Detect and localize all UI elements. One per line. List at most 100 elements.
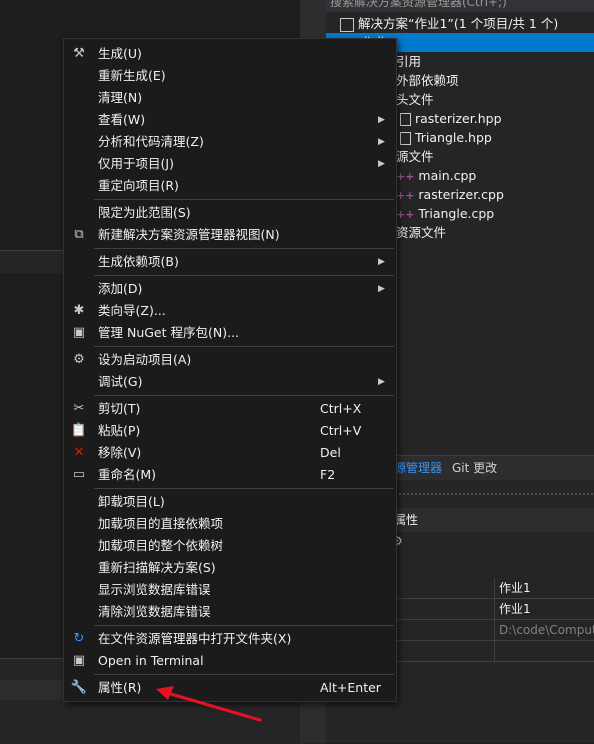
solution-label: 解决方案“作业1”(1 个项目/共 1 个) xyxy=(358,16,559,31)
menu-item-paste[interactable]: 📋 粘贴(P) Ctrl+V xyxy=(64,420,396,442)
menu-item-label: 查看(W) xyxy=(98,112,146,127)
tree-item-label: 资源文件 xyxy=(396,225,447,240)
new-view-icon: ⧉ xyxy=(74,227,84,242)
menu-item-label: 重新生成(E) xyxy=(98,68,166,83)
open-folder-icon: ↻ xyxy=(73,631,85,646)
solution-explorer-search[interactable]: 搜索解决方案资源管理器(Ctrl+;) xyxy=(326,0,594,12)
tree-item-main-cpp[interactable]: ++ main.cpp xyxy=(396,166,476,185)
menu-item-scope-to-this[interactable]: 限定为此范围(S) xyxy=(64,202,396,224)
property-value: 作业1 xyxy=(494,599,594,619)
menu-item-show-browse-errors[interactable]: 显示浏览数据库错误 xyxy=(64,579,396,601)
menu-item-cut[interactable]: ✂ 剪切(T) Ctrl+X xyxy=(64,398,396,420)
tree-item-external-deps[interactable]: 外部依赖项 xyxy=(396,71,459,90)
menu-item-project-only[interactable]: 仅用于项目(J) ▶ xyxy=(64,153,396,175)
menu-item-unload-project[interactable]: 卸载项目(L) xyxy=(64,491,396,513)
rename-icon: ▭ xyxy=(72,467,86,482)
submenu-arrow-icon: ▶ xyxy=(378,115,385,125)
menu-item-label: 新建解决方案资源管理器视图(N) xyxy=(98,227,280,242)
menu-item-load-dep-tree[interactable]: 加载项目的整个依赖树 xyxy=(64,535,396,557)
menu-item-view[interactable]: 查看(W) ▶ xyxy=(64,109,396,131)
menu-item-label: 显示浏览数据库错误 xyxy=(98,582,211,597)
cpp-file-icon: ++ xyxy=(396,189,415,202)
menu-item-shortcut: Del xyxy=(320,445,341,460)
menu-item-label: 生成(U) xyxy=(98,46,142,61)
cut-icon: ✂ xyxy=(73,401,85,416)
menu-item-label: 调试(G) xyxy=(98,374,143,389)
tab-git-changes[interactable]: Git 更改 xyxy=(452,456,497,480)
cpp-file-icon: ++ xyxy=(396,208,415,221)
tree-item-source-files[interactable]: 源文件 xyxy=(396,147,434,166)
menu-item-shortcut: Ctrl+X xyxy=(320,401,362,416)
menu-item-debug[interactable]: 调试(G) ▶ xyxy=(64,371,396,393)
menu-item-label: 分析和代码清理(Z) xyxy=(98,134,204,149)
menu-item-label: 剪切(T) xyxy=(98,401,141,416)
tree-item-rasterizer-hpp[interactable]: rasterizer.hpp xyxy=(400,109,502,128)
tree-item-label: main.cpp xyxy=(418,168,477,183)
submenu-arrow-icon: ▶ xyxy=(378,137,385,147)
menu-item-label: 重定向项目(R) xyxy=(98,178,179,193)
tree-item-label: 源文件 xyxy=(396,149,434,164)
submenu-arrow-icon: ▶ xyxy=(378,377,385,387)
menu-separator xyxy=(94,674,394,675)
menu-item-label: 生成依赖项(B) xyxy=(98,254,179,269)
tree-item-rasterizer-cpp[interactable]: ++ rasterizer.cpp xyxy=(396,185,504,204)
context-menu: ⚒ 生成(U) 重新生成(E) 清理(N) 查看(W) ▶ 分析和代码清理(Z) ▶ … xyxy=(63,38,397,702)
menu-item-label: 清除浏览数据库错误 xyxy=(98,604,211,619)
annotation-arrow xyxy=(156,686,262,722)
property-value xyxy=(494,641,594,661)
menu-item-build[interactable]: ⚒ 生成(U) xyxy=(64,43,396,65)
menu-item-add[interactable]: 添加(D) ▶ xyxy=(64,278,396,300)
menu-item-label: 重命名(M) xyxy=(98,467,157,482)
menu-item-label: 粘贴(P) xyxy=(98,423,141,438)
menu-item-manage-nuget[interactable]: ▣ 管理 NuGet 程序包(N)... xyxy=(64,322,396,344)
menu-item-load-direct-deps[interactable]: 加载项目的直接依赖项 xyxy=(64,513,396,535)
tree-item-label: Triangle.hpp xyxy=(414,130,492,145)
menu-item-label: 重新扫描解决方案(S) xyxy=(98,560,216,575)
menu-item-set-startup[interactable]: ⚙ 设为启动项目(A) xyxy=(64,349,396,371)
menu-item-analyze[interactable]: 分析和代码清理(Z) ▶ xyxy=(64,131,396,153)
menu-item-retarget[interactable]: 重定向项目(R) xyxy=(64,175,396,197)
menu-item-rename[interactable]: ▭ 重命名(M) F2 xyxy=(64,464,396,486)
gear-icon: ⚙ xyxy=(73,352,85,367)
menu-item-label: 加载项目的整个依赖树 xyxy=(98,538,224,553)
menu-item-clean[interactable]: 清理(N) xyxy=(64,87,396,109)
submenu-arrow-icon: ▶ xyxy=(378,159,385,169)
menu-item-shortcut: Ctrl+V xyxy=(320,423,362,438)
menu-item-class-wizard[interactable]: ✱ 类向导(Z)... xyxy=(64,300,396,322)
menu-item-label: 仅用于项目(J) xyxy=(98,156,174,171)
menu-item-build-dependencies[interactable]: 生成依赖项(B) ▶ xyxy=(64,251,396,273)
menu-separator xyxy=(94,488,394,489)
tree-item-label: 引用 xyxy=(396,54,422,69)
tab-solution-explorer[interactable]: 源管理器 xyxy=(394,456,442,480)
tree-item-header-files[interactable]: 头文件 xyxy=(396,90,434,109)
property-value: 作业1 xyxy=(494,578,594,598)
tree-item-resource-files[interactable]: 资源文件 xyxy=(396,223,446,242)
menu-item-clear-browse-errors[interactable]: 清除浏览数据库错误 xyxy=(64,601,396,623)
menu-item-label: 限定为此范围(S) xyxy=(98,205,191,220)
tree-item-label: rasterizer.cpp xyxy=(418,187,504,202)
paste-icon: 📋 xyxy=(70,423,88,438)
menu-item-rescan-solution[interactable]: 重新扫描解决方案(S) xyxy=(64,557,396,579)
menu-item-label: 移除(V) xyxy=(98,445,142,460)
menu-item-rebuild[interactable]: 重新生成(E) xyxy=(64,65,396,87)
tree-item-triangle-cpp[interactable]: ++ Triangle.cpp xyxy=(396,204,494,223)
tree-item-triangle-hpp[interactable]: Triangle.hpp xyxy=(400,128,492,147)
menu-separator xyxy=(94,625,394,626)
solution-icon xyxy=(340,17,354,32)
menu-item-remove[interactable]: ✕ 移除(V) Del xyxy=(64,442,396,464)
menu-item-shortcut: Alt+Enter xyxy=(320,680,381,695)
menu-item-open-in-explorer[interactable]: ↻ 在文件资源管理器中打开文件夹(X) xyxy=(64,628,396,650)
tree-item-label: 外部依赖项 xyxy=(396,73,459,88)
menu-separator xyxy=(94,199,394,200)
menu-item-new-explorer-view[interactable]: ⧉ 新建解决方案资源管理器视图(N) xyxy=(64,224,396,246)
menu-item-label: 卸载项目(L) xyxy=(98,494,165,509)
solution-node[interactable]: 解决方案“作业1”(1 个项目/共 1 个) xyxy=(340,14,558,33)
tree-item-references[interactable]: 引用 xyxy=(396,52,421,71)
menu-separator xyxy=(94,395,394,396)
menu-item-shortcut: F2 xyxy=(320,467,336,482)
menu-item-label: 清理(N) xyxy=(98,90,143,105)
menu-item-label: 添加(D) xyxy=(98,281,143,296)
menu-separator xyxy=(94,346,394,347)
tree-item-label: Triangle.cpp xyxy=(418,206,495,221)
menu-item-open-in-terminal[interactable]: ▣ Open in Terminal xyxy=(64,650,396,672)
